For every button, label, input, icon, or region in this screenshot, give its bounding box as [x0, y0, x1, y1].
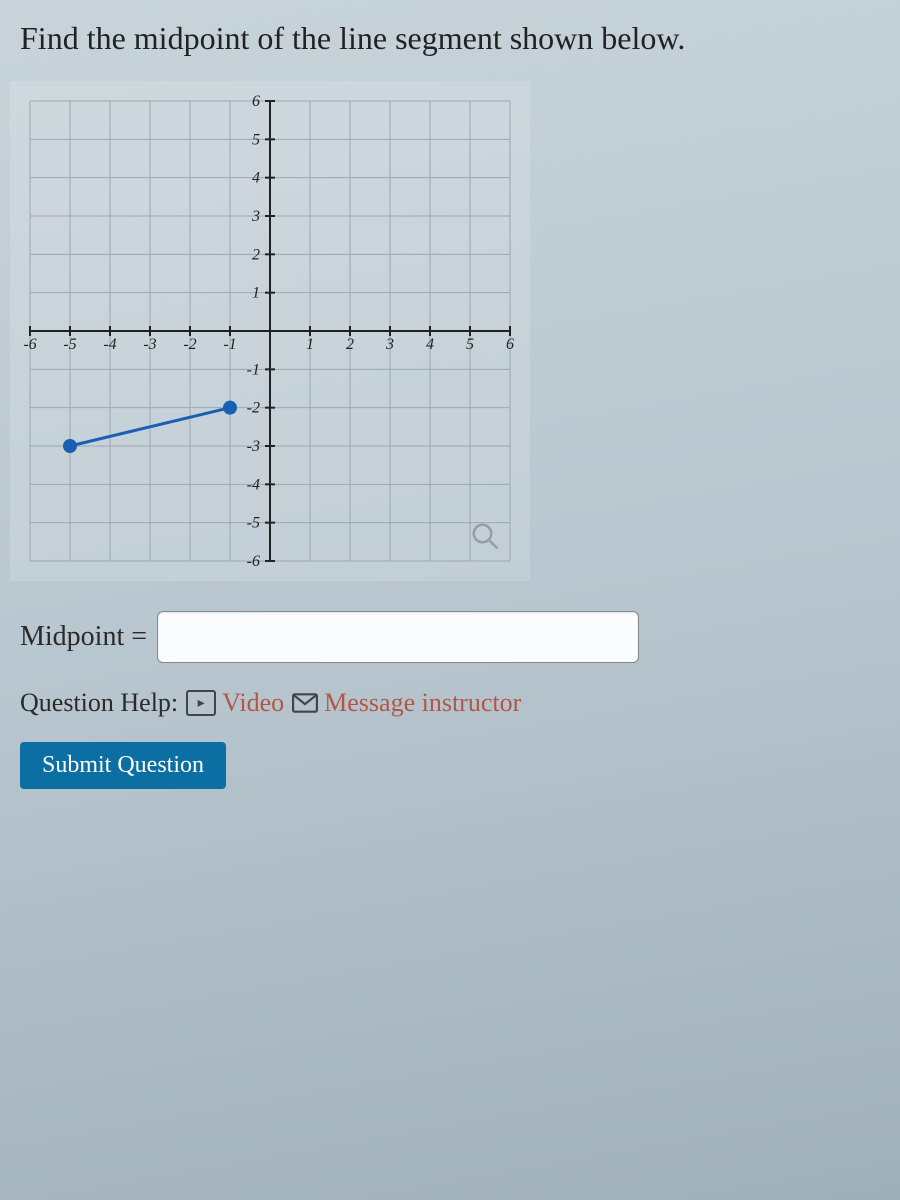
- svg-text:4: 4: [426, 336, 434, 353]
- svg-text:-5: -5: [63, 336, 76, 353]
- svg-text:-2: -2: [247, 400, 260, 417]
- video-help-label: Video: [222, 688, 284, 718]
- video-help-link[interactable]: ▸ Video: [186, 688, 284, 718]
- svg-text:-4: -4: [103, 336, 116, 353]
- question-prompt: Find the midpoint of the line segment sh…: [20, 20, 880, 57]
- svg-text:-6: -6: [23, 336, 36, 353]
- magnifier-icon: [470, 521, 500, 551]
- svg-text:6: 6: [506, 336, 514, 353]
- svg-text:5: 5: [466, 336, 474, 353]
- svg-text:-6: -6: [247, 553, 260, 570]
- svg-text:2: 2: [346, 336, 354, 353]
- envelope-icon: [292, 693, 318, 713]
- svg-text:-5: -5: [247, 515, 260, 532]
- svg-text:3: 3: [251, 208, 260, 225]
- svg-text:-2: -2: [183, 336, 196, 353]
- svg-text:1: 1: [306, 336, 314, 353]
- svg-text:-4: -4: [247, 476, 260, 493]
- svg-text:1: 1: [252, 285, 260, 302]
- message-instructor-link[interactable]: Message instructor: [292, 688, 521, 718]
- svg-text:3: 3: [385, 336, 394, 353]
- svg-text:2: 2: [252, 246, 260, 263]
- svg-text:-3: -3: [247, 438, 260, 455]
- answer-row: Midpoint =: [20, 611, 880, 663]
- submit-question-button[interactable]: Submit Question: [20, 742, 226, 789]
- question-help-label: Question Help:: [20, 688, 178, 718]
- svg-text:4: 4: [252, 170, 260, 187]
- play-icon: ▸: [186, 690, 216, 716]
- midpoint-input[interactable]: [157, 611, 639, 663]
- svg-text:5: 5: [252, 131, 260, 148]
- midpoint-label: Midpoint =: [20, 621, 147, 653]
- svg-text:-1: -1: [223, 336, 236, 353]
- question-help-row: Question Help: ▸ Video Message instructo…: [20, 688, 880, 718]
- svg-text:-1: -1: [247, 361, 260, 378]
- svg-text:-3: -3: [143, 336, 156, 353]
- svg-text:6: 6: [252, 93, 260, 110]
- message-instructor-label: Message instructor: [324, 688, 521, 718]
- coordinate-graph: -6 -5 -4 -3 -2 -1 1 2 3 4 5 6 6 5 4 3 2 1 -1 -2 -3 -4 -5 -6: [10, 81, 530, 581]
